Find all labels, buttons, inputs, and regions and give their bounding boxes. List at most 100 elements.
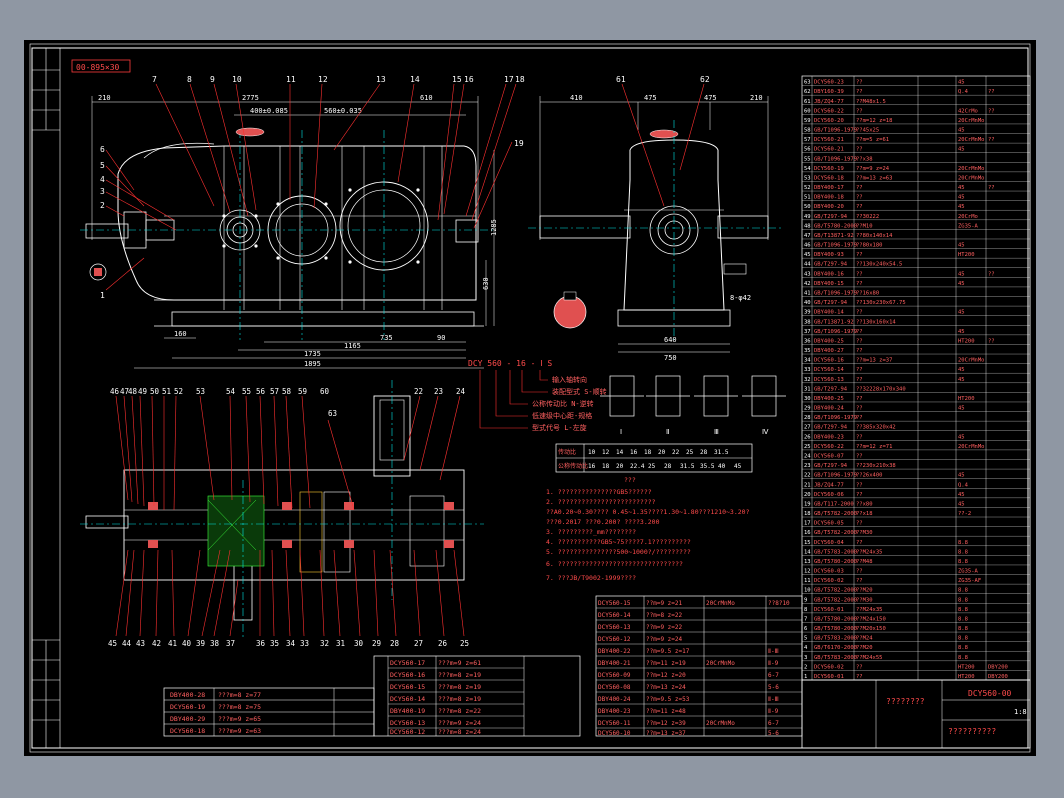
bom-cell: DBY400-17	[814, 185, 844, 191]
bom-cell: 56	[804, 147, 811, 153]
svg-text:DCY560-19: DCY560-19	[170, 703, 205, 711]
svg-text:8-φ42: 8-φ42	[730, 294, 751, 302]
svg-text:610: 610	[420, 94, 433, 102]
svg-text:???m=9 z=65: ???m=9 z=65	[218, 715, 261, 723]
svg-text:???m=8 z=19: ???m=8 z=19	[438, 671, 481, 679]
svg-text:750: 750	[664, 354, 677, 362]
bom-cell: 8.8	[958, 549, 968, 555]
bom-cell: DBY160-39	[814, 89, 844, 95]
bom-cell: 57	[804, 137, 811, 143]
svg-text:1735: 1735	[304, 350, 321, 358]
svg-text:41: 41	[168, 639, 177, 648]
bom-cell: 45	[958, 147, 965, 153]
bom-cell: ??	[856, 453, 863, 459]
bom-cell: 44	[804, 262, 811, 268]
svg-text:??m=12 z=20: ??m=12 z=20	[646, 672, 686, 679]
bom-cell: 63	[804, 80, 811, 86]
svg-text:35.5: 35.5	[700, 463, 715, 470]
svg-text:560±0.035: 560±0.035	[324, 107, 362, 115]
svg-text:???m=8 z=19: ???m=8 z=19	[438, 683, 481, 691]
bom-cell: 8.8	[958, 655, 968, 661]
bom-cell: DCY560-01	[814, 674, 844, 680]
bom-cell: 20CrMnMo	[958, 118, 985, 124]
svg-text:DCY 560 - 16 - Ⅰ S: DCY 560 - 16 - Ⅰ S	[468, 359, 552, 368]
bom-cell: 54	[804, 166, 811, 172]
svg-text:34: 34	[286, 639, 296, 648]
bom-cell: 43	[804, 271, 811, 277]
svg-text:???m=8 z=22: ???m=8 z=22	[438, 707, 481, 715]
bom-cell: 6	[804, 626, 807, 632]
bom-cell: GB/T1096-1979	[814, 473, 857, 479]
bom-cell: HT200	[958, 252, 975, 258]
svg-text:12: 12	[602, 449, 610, 456]
bom-cell: DCY560-02	[814, 664, 844, 670]
title-block: ???????? DCY560-00 1:8 ??????????	[801, 679, 1031, 749]
svg-text:475: 475	[644, 94, 657, 102]
svg-text:8: 8	[187, 75, 192, 84]
svg-text:59: 59	[298, 387, 307, 396]
svg-text:18: 18	[644, 449, 652, 456]
bom-cell: GB/T6170-2000	[814, 645, 857, 651]
svg-text:输入轴转向: 输入轴转向	[552, 375, 587, 384]
svg-text:4: 4	[100, 175, 105, 184]
bom-cell: 47	[804, 233, 811, 239]
svg-text:42: 42	[152, 639, 161, 648]
svg-text:28: 28	[664, 463, 672, 470]
svg-text:DCY560-09: DCY560-09	[598, 672, 631, 679]
bom-cell: ??M20x150	[856, 626, 886, 632]
bom-cell: 14	[804, 549, 811, 555]
bom-cell: DCY560-02	[814, 578, 844, 584]
svg-text:Ⅱ-Ⅲ: Ⅱ-Ⅲ	[768, 696, 779, 703]
bom-cell: 8	[804, 607, 807, 613]
svg-text:63: 63	[328, 409, 337, 418]
bom-cell: 45	[958, 501, 965, 507]
svg-text:??m=9.5 z=17: ??m=9.5 z=17	[646, 648, 690, 655]
svg-text:60: 60	[320, 387, 330, 396]
bom-cell: DCY560-20	[814, 118, 844, 124]
bom-cell: GB/T297-94	[814, 463, 848, 469]
svg-text:15: 15	[452, 75, 462, 84]
bom-cell: 28	[804, 415, 811, 421]
svg-text:??m=13 z=24: ??m=13 z=24	[646, 684, 686, 691]
bom-cell: 41	[804, 291, 811, 297]
bom-cell: ??385x320x42	[856, 425, 896, 431]
svg-text:51: 51	[162, 387, 171, 396]
svg-text:25: 25	[460, 639, 469, 648]
bom-cell: 35	[804, 348, 811, 354]
bom-cell: GB/T1096-1979	[814, 415, 857, 421]
left-strip	[32, 48, 61, 748]
bom-cell: ??M30	[856, 530, 873, 536]
svg-text:35: 35	[270, 639, 279, 648]
svg-text:55: 55	[242, 387, 251, 396]
svg-text:23: 23	[434, 387, 443, 396]
plan-view: 46 47 48 49 50 51 52 53 54 55 56 57 58 5…	[80, 380, 484, 648]
bom-cell: 4	[804, 645, 808, 651]
bom-cell: 3	[804, 655, 807, 661]
bom-cell: GB/T5780-2000	[814, 223, 857, 229]
bom-cell: DCY560-22	[814, 444, 844, 450]
bom-cell: ??M24x150	[856, 616, 886, 622]
svg-text:公称传动比: 公称传动比	[558, 462, 588, 470]
bom-cell: ??	[988, 137, 995, 143]
drawing-number: DCY560-00	[968, 689, 1012, 698]
bom-cell: 12	[804, 569, 811, 575]
bom-cell: 20CrMo	[958, 214, 978, 220]
svg-text:DCY560-15: DCY560-15	[390, 683, 425, 691]
bom-cell: 24	[804, 453, 811, 459]
bom-cell: ??	[856, 492, 863, 498]
svg-text:160: 160	[174, 330, 187, 338]
svg-text:25: 25	[648, 463, 656, 470]
bom-cell: HT200	[958, 664, 975, 670]
svg-text:??m=9 z=24: ??m=9 z=24	[646, 636, 683, 643]
svg-text:11: 11	[286, 75, 296, 84]
bom-cell: ??	[856, 80, 863, 86]
bom-cell: ??130x230x67.75	[856, 300, 906, 306]
svg-text:DBY400-24: DBY400-24	[598, 696, 631, 703]
svg-text:61: 61	[616, 75, 626, 84]
bom-cell: GB/T297-94	[814, 300, 848, 306]
bom-cell: 2	[804, 664, 807, 670]
bom-cell: 16	[804, 530, 811, 536]
bom-cell: GB/T5783-2000	[814, 655, 857, 661]
svg-text:低速级中心距-规格: 低速级中心距-规格	[532, 411, 592, 420]
bom-cell: 27	[804, 425, 811, 431]
